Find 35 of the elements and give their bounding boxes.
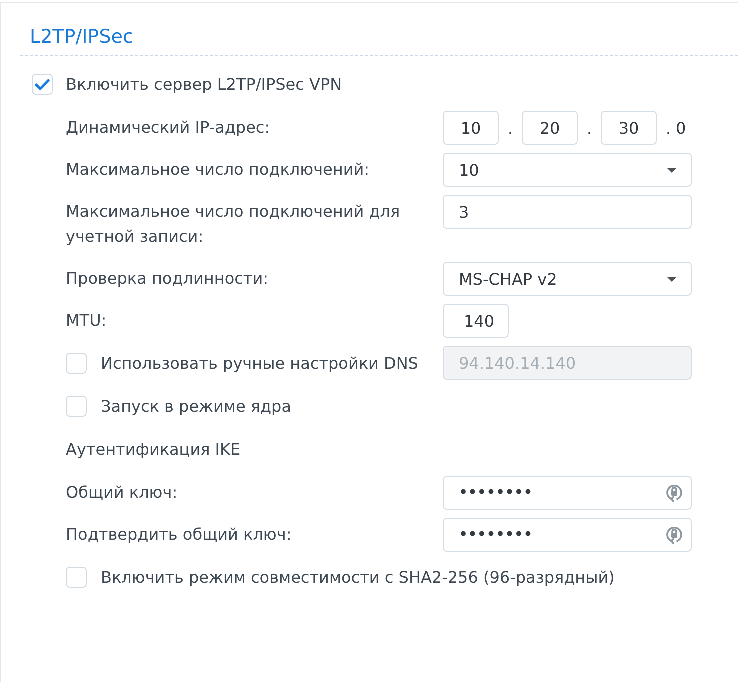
section-subheading: Аутентификация IKE [66, 439, 241, 461]
checkbox[interactable] [66, 353, 87, 374]
select-field[interactable]: 10 [443, 153, 692, 187]
checkbox-label: Включить режим совместимости с SHA2-256 (96-разрядный) [101, 567, 615, 589]
lock-icon[interactable] [666, 525, 683, 545]
checkbox[interactable] [66, 567, 87, 588]
checkbox[interactable] [66, 396, 87, 417]
ip-dot-separator: . [506, 118, 514, 140]
field-label: Общий ключ: [66, 482, 179, 504]
ip-octet-field[interactable]: 20 [522, 111, 578, 145]
checkmark-icon [35, 78, 50, 90]
section-title: L2TP/IPSec [30, 25, 134, 49]
password-field[interactable]: •••••••• [443, 476, 692, 510]
field-label: MTU: [66, 310, 108, 332]
ip-octet-field[interactable]: 30 [601, 111, 657, 145]
lock-icon[interactable] [666, 483, 683, 503]
caret-icon [667, 168, 677, 172]
checkbox-label: Использовать ручные настройки DNS [101, 353, 418, 375]
select-field[interactable]: MS-CHAP v2 [443, 262, 692, 296]
field-label: Подтвердить общий ключ: [66, 524, 293, 546]
input-field[interactable]: 3 [443, 195, 692, 229]
ip-last-octet: 0 [676, 118, 686, 140]
field-label: Динамический IP-адрес: [66, 117, 272, 139]
ip-dot-separator: . [586, 118, 594, 140]
checkbox-label: Включить сервер L2TP/IPSec VPN [66, 74, 342, 96]
field-label: Максимальное число подключений для учетной записи: [66, 201, 402, 248]
caret-icon [667, 276, 677, 282]
ip-octet-field[interactable]: 10 [443, 111, 499, 145]
input-field[interactable]: 140 [443, 304, 509, 338]
field-label: Максимальное число подключений: [66, 159, 371, 181]
field-label: Проверка подлинности: [66, 268, 270, 290]
checkbox-label: Запуск в режиме ядра [101, 396, 292, 418]
checkbox[interactable] [32, 74, 53, 95]
password-field[interactable]: •••••••• [443, 518, 692, 552]
ip-dot-separator: . [664, 118, 672, 140]
